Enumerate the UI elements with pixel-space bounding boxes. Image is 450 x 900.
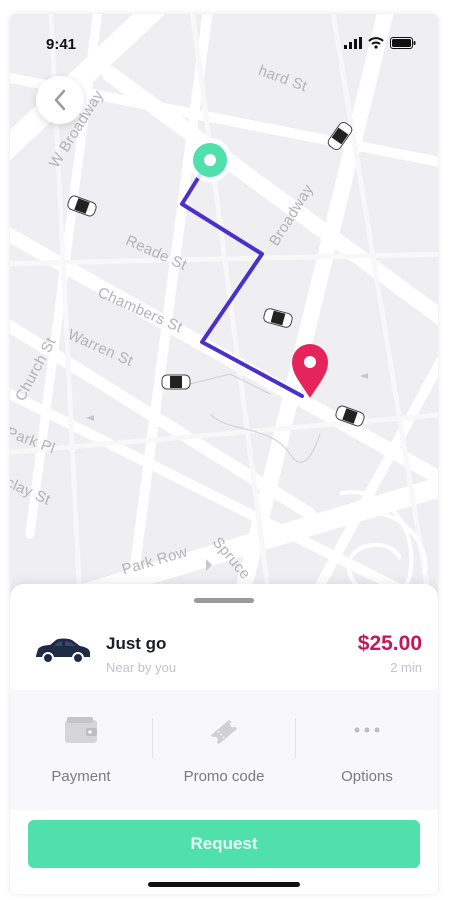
promo-code-button[interactable]: Promo code	[153, 690, 295, 810]
car-icon	[36, 638, 90, 664]
home-indicator	[148, 882, 300, 887]
ride-option[interactable]: Just go Near by you $25.00 2 min	[10, 612, 438, 690]
ticket-icon	[210, 719, 238, 745]
ride-bottom-sheet: Just go Near by you $25.00 2 min Payment	[10, 584, 438, 894]
request-button[interactable]: Request	[28, 820, 420, 868]
origin-marker[interactable]	[188, 138, 232, 182]
ride-price: $25.00	[357, 632, 422, 655]
chevron-left-icon	[54, 89, 66, 111]
wallet-icon	[65, 717, 97, 743]
options-label: Options	[341, 768, 393, 785]
options-bar: Payment Promo code Options	[10, 690, 438, 810]
signal-icon	[344, 37, 362, 49]
status-time: 9:41	[46, 36, 77, 53]
battery-icon	[390, 37, 416, 49]
phone-screen: W Broadway Reade St Chambers St Warren S…	[10, 14, 438, 894]
ride-eta: 2 min	[390, 660, 422, 675]
promo-code-label: Promo code	[183, 768, 265, 785]
ride-name: Just go	[106, 634, 167, 653]
ride-subtitle: Near by you	[106, 660, 177, 675]
back-button[interactable]	[36, 76, 84, 124]
status-bar: 9:41	[10, 14, 438, 64]
taxi-icon	[161, 374, 191, 390]
payment-button[interactable]: Payment	[10, 690, 152, 810]
drag-handle[interactable]	[194, 598, 254, 603]
payment-label: Payment	[51, 768, 111, 785]
more-icon	[354, 727, 380, 733]
options-button[interactable]: Options	[296, 690, 438, 810]
wifi-icon	[368, 37, 384, 49]
